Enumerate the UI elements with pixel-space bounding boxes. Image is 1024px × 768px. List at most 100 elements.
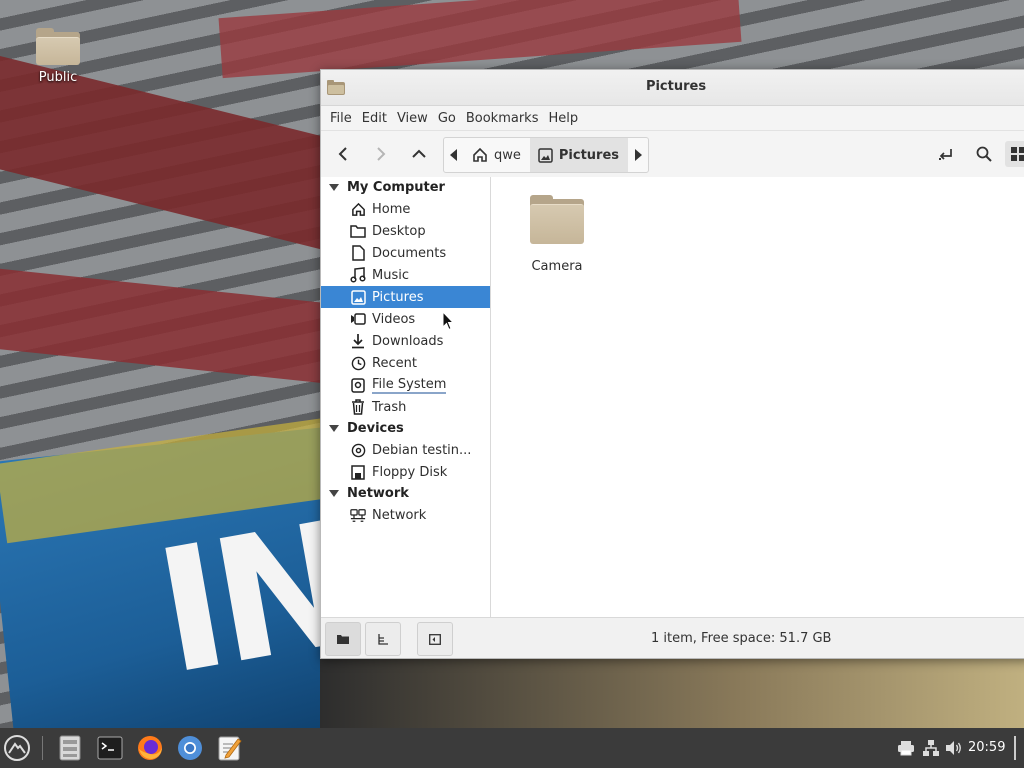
arrow-right-icon [377,147,386,161]
folder-icon [350,223,366,239]
terminal-icon [97,736,123,760]
sidebar-item-debian-disc[interactable]: Debian testin... [321,439,490,461]
sidebar-item-label: Recent [372,355,417,371]
search-button[interactable] [971,141,997,167]
folder-icon [36,28,80,65]
taskbar-app-terminal[interactable] [94,732,126,764]
show-desktop-button[interactable] [1014,736,1016,760]
hide-sidebar-button[interactable] [417,622,453,656]
toggle-location-button[interactable] [933,141,959,167]
sidebar-item-videos[interactable]: Videos [321,308,490,330]
video-icon [350,311,366,327]
breadcrumb-item-pictures[interactable]: Pictures [529,138,629,172]
network-status-icon[interactable] [922,739,940,757]
menu-go[interactable]: Go [433,111,461,126]
location-toggle-icon [939,149,952,160]
status-text: 1 item, Free space: 51.7 GB [651,631,832,646]
breadcrumb-label: Pictures [558,147,620,163]
status-bar: 1 item, Free space: 51.7 GB [321,617,1024,658]
sidebar-item-pictures[interactable]: Pictures [321,286,490,308]
breadcrumb-item-home[interactable]: qwe [464,138,530,172]
sidebar-item-label: Home [372,201,411,217]
taskbar-app-chromium[interactable] [174,732,206,764]
section-title: Devices [347,421,404,436]
file-view[interactable]: Camera [491,177,1024,617]
floppy-icon [350,464,366,480]
sidebar-item-label: Desktop [372,223,426,239]
taskbar-app-firefox[interactable] [134,732,166,764]
volume-icon[interactable] [945,739,963,757]
breadcrumb-scroll-right-button[interactable] [628,138,648,172]
menu-file[interactable]: File [325,111,357,126]
sidebar-item-label: Downloads [372,333,444,349]
taskbar-separator [42,736,43,760]
title-bar[interactable]: Pictures [321,70,1024,106]
arrow-up-icon [412,149,426,158]
file-item-camera[interactable]: Camera [529,195,585,274]
sidebar-item-downloads[interactable]: Downloads [321,330,490,352]
menu-icon [4,735,30,761]
file-manager-icon [59,735,81,761]
trash-icon [350,399,366,415]
sidebar-item-label: Pictures [372,289,424,305]
home-icon [350,201,366,217]
taskbar-app-text-editor[interactable] [214,732,246,764]
home-icon [473,147,487,162]
menu-view[interactable]: View [392,111,433,126]
sidebar-item-music[interactable]: Music [321,264,490,286]
disc-icon [350,442,366,458]
breadcrumb-label: qwe [494,147,521,163]
toolbar: qwe Pictures [321,131,1024,178]
up-button[interactable] [406,141,432,167]
sidebar-section-network[interactable]: Network [321,483,490,504]
menu-help[interactable]: Help [543,111,583,126]
image-icon [350,289,366,305]
sidebar-item-network[interactable]: Network [321,504,490,526]
sidebar-item-label: Debian testin... [372,442,472,458]
download-icon [350,333,366,349]
menu-edit[interactable]: Edit [357,111,392,126]
sidebar-item-file-system[interactable]: File System [321,374,490,396]
menu-bar: File Edit View Go Bookmarks Help [321,106,1024,131]
mouse-pointer-icon [442,310,455,331]
search-icon [976,146,992,162]
back-button[interactable] [331,141,357,167]
network-icon [350,507,366,523]
music-icon [350,267,366,283]
sidebar-item-recent[interactable]: Recent [321,352,490,374]
desktop-icon-label: Public [38,70,78,85]
clock-icon [350,355,366,371]
sidebar-item-documents[interactable]: Documents [321,242,490,264]
menu-button[interactable] [1,732,33,764]
sidebar-section-my-computer[interactable]: My Computer [321,177,490,198]
printer-icon[interactable] [897,739,915,757]
drive-icon [350,377,366,393]
icon-view-button[interactable] [1005,141,1024,167]
show-places-button[interactable] [325,622,361,656]
chromium-icon [178,736,202,760]
sidebar-item-desktop[interactable]: Desktop [321,220,490,242]
sidebar-section-devices[interactable]: Devices [321,418,490,439]
breadcrumb: qwe Pictures [443,137,650,173]
forward-button[interactable] [367,141,393,167]
folder-icon [530,195,584,244]
sidebar-item-home[interactable]: Home [321,198,490,220]
taskbar-app-file-manager[interactable] [54,732,86,764]
document-icon [350,245,366,261]
sidebar-item-floppy-disk[interactable]: Floppy Disk [321,461,490,483]
file-item-label: Camera [531,259,583,274]
sidebar-item-trash[interactable]: Trash [321,396,490,418]
triangle-left-icon [450,149,457,161]
text-editor-icon [218,736,242,761]
desktop-icon-public[interactable]: Public [28,28,88,85]
menu-bookmarks[interactable]: Bookmarks [461,111,544,126]
file-manager-window: Pictures File Edit View Go Bookmarks Hel… [320,69,1024,659]
sidebar-item-label: Documents [372,245,447,261]
sidebar-item-label: Network [372,507,427,523]
show-treeview-button[interactable] [365,622,401,656]
clock[interactable]: 20:59 [968,740,1005,755]
breadcrumb-scroll-left-button[interactable] [444,138,464,172]
arrow-left-icon [338,147,347,161]
window-title: Pictures [645,79,707,94]
expander-icon [329,184,339,191]
